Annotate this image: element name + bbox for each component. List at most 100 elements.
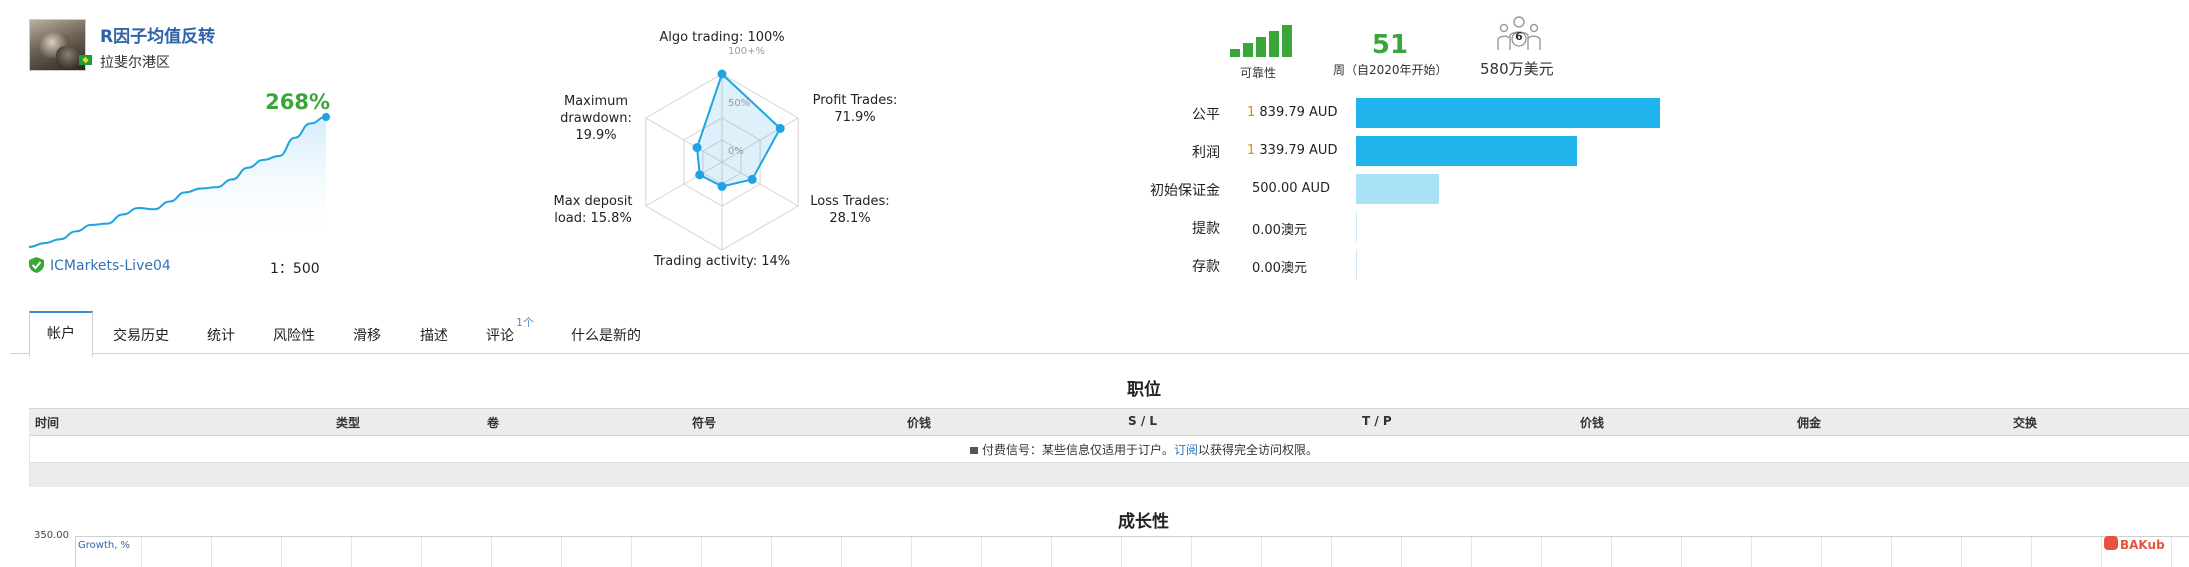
subscribe-link[interactable]: 订阅 <box>1174 443 1198 457</box>
radar-tick-100: 100+% <box>728 46 765 57</box>
radar-label-max-deposit-load: Max deposit load: 15.8% <box>548 193 638 227</box>
col-time[interactable]: 时间 <box>35 414 59 431</box>
col-swap[interactable]: 交换 <box>2013 414 2037 431</box>
radar-label-max-drawdown: Maximum drawdown: 19.9% <box>551 93 641 144</box>
radar-label-max-deposit-value: load: 15.8% <box>554 211 632 226</box>
notice-text: 付费信号：某些信息仅适用于订户。 <box>982 443 1175 457</box>
stat-row-value: 0.00澳元 <box>1252 257 1307 276</box>
growth-chart-gridline <box>561 537 562 567</box>
growth-chart-y-top: 350.00 <box>34 530 69 541</box>
tab-slippage[interactable]: 滑移 <box>353 325 381 345</box>
watermark-icon <box>2104 536 2118 550</box>
stat-row-value: 0.00澳元 <box>1252 219 1307 238</box>
growth-chart-title: Growth, % <box>78 540 131 551</box>
growth-chart-gridline <box>2031 537 2032 567</box>
radar-label-max-drawdown-l1: Maximum <box>563 94 629 109</box>
signal-name[interactable]: R因子均值反转 <box>100 22 215 47</box>
tab-description[interactable]: 描述 <box>420 325 448 345</box>
tab-whats-new[interactable]: 什么是新的 <box>571 325 641 345</box>
tab-risks[interactable]: 风险性 <box>273 325 315 345</box>
stat-row-label: 存款 <box>1192 259 1220 275</box>
growth-chart-gridline <box>1821 537 1822 567</box>
col-take-profit[interactable]: T / P <box>1362 414 1392 428</box>
reliability-bar <box>1230 49 1240 57</box>
col-type[interactable]: 类型 <box>336 414 360 431</box>
reviews-count-badge: 1个 <box>516 316 534 329</box>
radar-point <box>775 123 785 133</box>
weeks-label: 周（自2020年开始） <box>1333 63 1448 77</box>
shield-check-icon <box>29 257 44 273</box>
growth-chart-gridline <box>351 537 352 567</box>
col-volume[interactable]: 卷 <box>487 414 499 431</box>
radar-label-loss-trades-value: 28.1% <box>829 211 871 226</box>
avatar[interactable] <box>29 19 86 71</box>
stat-row-bar <box>1356 250 1357 280</box>
lock-icon <box>970 447 978 454</box>
growth-chart-gridline <box>981 537 982 567</box>
broker-server[interactable]: ICMarkets-Live04 <box>50 258 171 274</box>
col-symbol[interactable]: 符号 <box>692 414 716 431</box>
stat-row-label: 初始保证金 <box>1150 183 1220 199</box>
radar-label-max-drawdown-value: 19.9% <box>575 128 617 143</box>
reliability-bar <box>1282 25 1292 57</box>
radar-label-loss-trades: Loss Trades: 28.1% <box>805 193 895 227</box>
growth-chart-gridline <box>281 537 282 567</box>
growth-chart-gridline <box>911 537 912 567</box>
growth-chart-gridline <box>1891 537 1892 567</box>
growth-chart-gridline <box>701 537 702 567</box>
growth-chart-gridline <box>631 537 632 567</box>
stat-row-value: 500.00 AUD <box>1252 181 1330 196</box>
radar-label-trading-activity: Trading activity: 14% <box>653 254 791 269</box>
radar-tick-50: 50% <box>728 98 751 109</box>
growth-chart-gridline <box>1681 537 1682 567</box>
growth-chart-gridline <box>1051 537 1052 567</box>
tab-trading-history[interactable]: 交易历史 <box>113 325 169 345</box>
col-commission[interactable]: 佣金 <box>1797 414 1821 431</box>
growth-chart-gridline <box>1751 537 1752 567</box>
growth-section-title: 成长性 <box>1118 512 1169 532</box>
growth-chart-frame <box>75 536 2189 567</box>
notice-suffix: 以获得完全访问权限。 <box>1198 443 1319 457</box>
tab-statistics[interactable]: 统计 <box>207 325 235 345</box>
radar-point <box>747 174 757 184</box>
growth-chart-gridline <box>141 537 142 567</box>
subscribers-count: 6 <box>1515 30 1523 43</box>
radar-point <box>717 181 727 191</box>
growth-sparkline-area <box>29 117 326 250</box>
radar-chart <box>645 69 799 251</box>
stat-row-value-text: 0.00澳元 <box>1252 223 1307 238</box>
tab-account[interactable]: 帐户 <box>29 311 93 357</box>
growth-chart-gridline <box>421 537 422 567</box>
radar-label-profit-trades: Profit Trades: 71.9% <box>810 92 900 126</box>
col-stop-loss[interactable]: S / L <box>1128 414 1157 428</box>
stat-row-label: 提款 <box>1192 221 1220 237</box>
growth-chart-gridline <box>1121 537 1122 567</box>
country-flag-icon <box>79 55 92 65</box>
reliability-bar <box>1256 37 1266 57</box>
positions-title: 职位 <box>1127 380 1161 400</box>
stat-row-label: 利润 <box>1192 145 1220 161</box>
stat-row-value-text: 500.00 AUD <box>1252 181 1331 196</box>
col-price[interactable]: 价钱 <box>907 414 931 431</box>
radar-point <box>717 69 727 79</box>
signal-region: 拉斐尔港区 <box>100 55 170 71</box>
growth-sparkline-end-dot <box>322 113 330 121</box>
stat-row-value: 1 839.79 AUD <box>1247 105 1337 120</box>
col-price-current[interactable]: 价钱 <box>1580 414 1604 431</box>
growth-chart-gridline <box>1261 537 1262 567</box>
tab-reviews[interactable]: 评论 <box>486 325 514 345</box>
radar-point <box>695 170 705 180</box>
growth-chart-gridline <box>771 537 772 567</box>
growth-sparkline <box>29 113 330 250</box>
stat-row-value-text: 839.79 AUD <box>1255 105 1338 120</box>
growth-chart-gridline <box>1961 537 1962 567</box>
leverage: 1：500 <box>270 261 320 277</box>
stat-row-label: 公平 <box>1192 107 1220 123</box>
reliability-label: 可靠性 <box>1240 66 1277 80</box>
watermark-text: BAKub <box>2120 538 2165 552</box>
growth-chart-gridline <box>2171 537 2172 567</box>
positions-footer-row <box>29 463 2189 487</box>
stat-row-value-text: 339.79 AUD <box>1255 143 1338 158</box>
growth-chart-gridline <box>2101 537 2102 567</box>
stat-row-value-text: 0.00澳元 <box>1252 261 1307 276</box>
